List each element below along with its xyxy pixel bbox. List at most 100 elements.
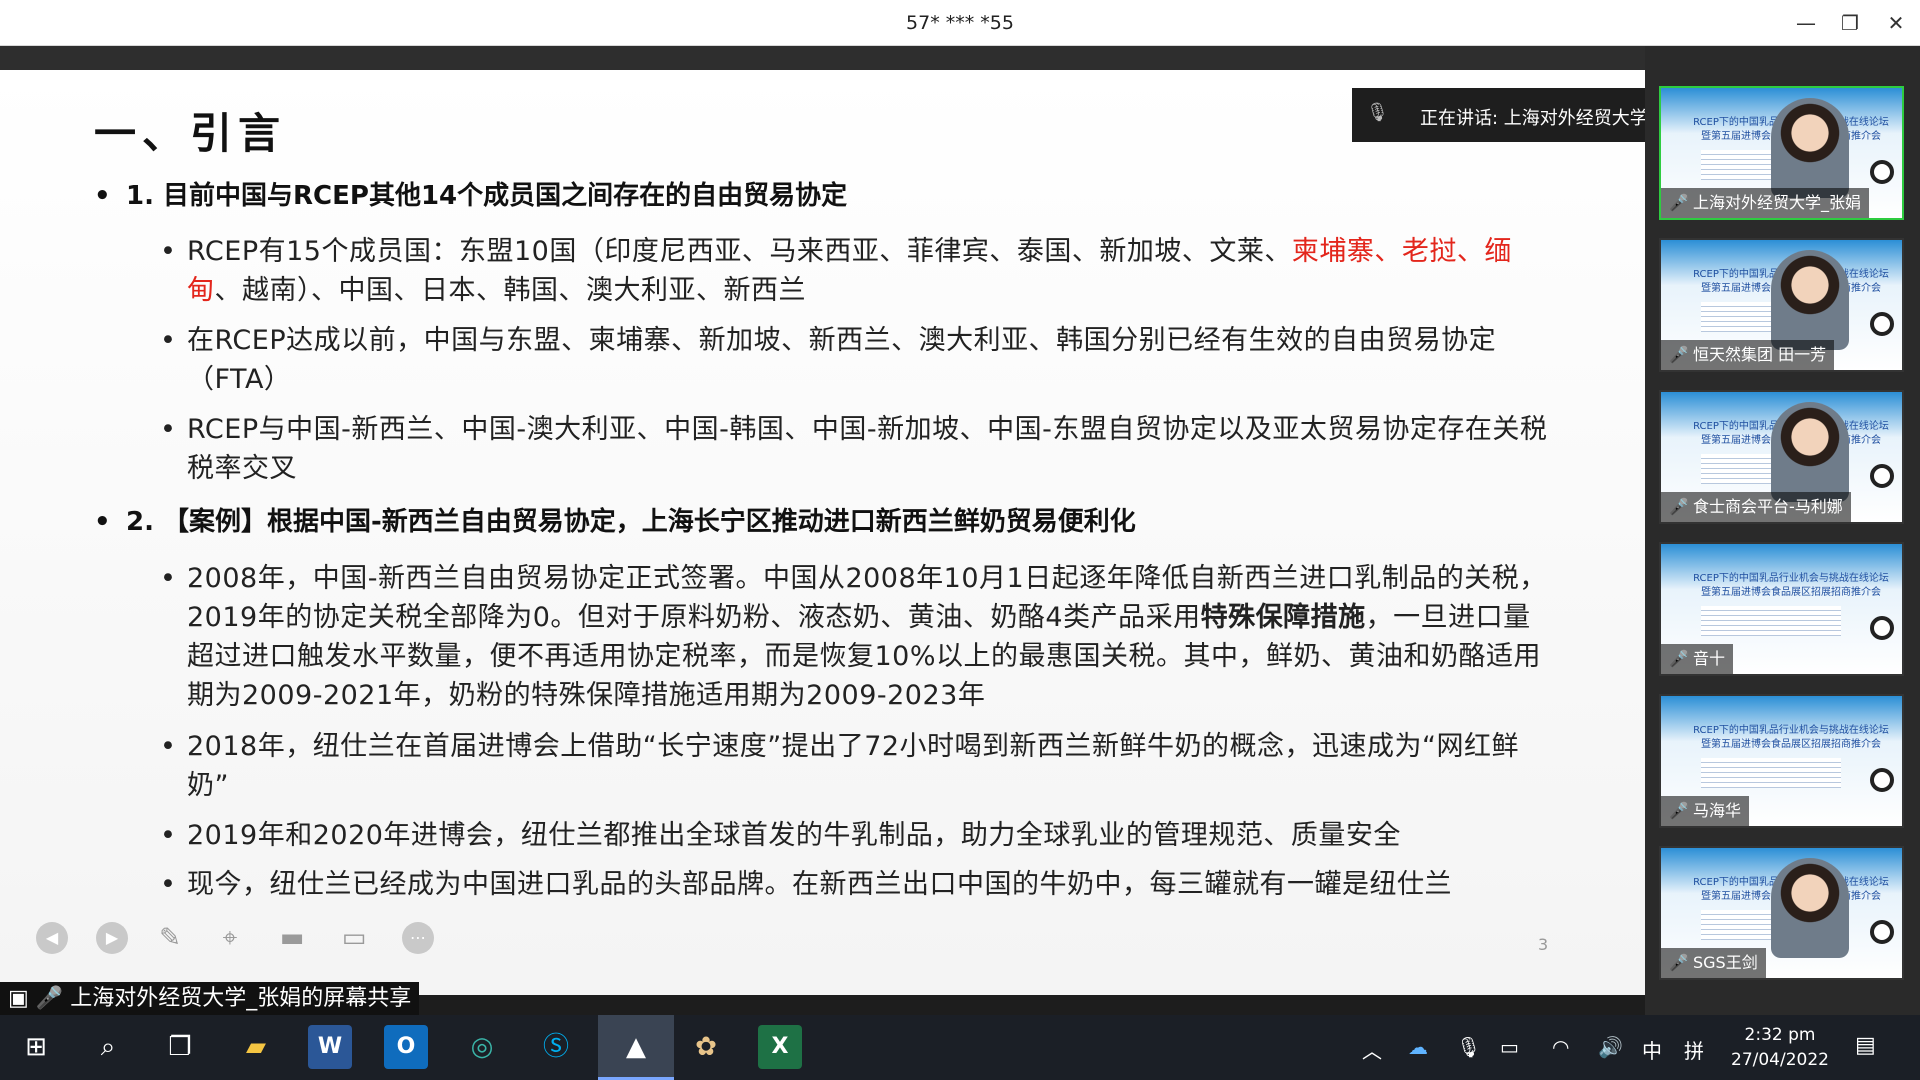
mic-on-icon: 🎤 (1669, 801, 1689, 820)
panda-icon (1870, 312, 1894, 336)
bullet-text: 2018年，纽仕兰在首届进博会上借助“长宁速度”提出了72小时喝到新西兰新鲜牛奶… (187, 731, 1520, 801)
ime-mode[interactable]: 中 (1642, 1035, 1662, 1064)
screen-share-text: 上海对外经贸大学_张娟的屏幕共享 (70, 986, 412, 1011)
next-slide-icon[interactable]: ▶ (96, 922, 128, 954)
video-icon[interactable]: ▬ (276, 922, 308, 954)
tile-slide-lines (1701, 606, 1841, 636)
notification-icon[interactable]: ▤ (1855, 1033, 1876, 1058)
bullet-icon: • (160, 325, 177, 356)
word-icon[interactable]: W (308, 1025, 352, 1069)
meeting-icon[interactable]: ▲ (598, 1015, 674, 1080)
panda-icon (1870, 920, 1894, 944)
avatar (1771, 250, 1849, 350)
tile-slide-title: RCEP下的中国乳品行业机会与挑战在线论坛 暨第五届进博会食品展区招展招商推介会 (1693, 573, 1889, 598)
close-button[interactable]: ✕ (1876, 8, 1916, 38)
mic-muted-icon: 🎤 (1669, 497, 1689, 516)
shared-slide: 一、引言 • 1. 目前中国与RCEP其他14个成员国之间存在的自由贸易协定 •… (0, 70, 1645, 995)
clock[interactable]: 2:32 pm 27/04/2022 (1720, 1023, 1840, 1073)
screen-share-label: ▣ 🎤 上海对外经贸大学_张娟的屏幕共享 (0, 982, 420, 1015)
avatar (1771, 402, 1849, 502)
bullet-icon: • (160, 236, 177, 267)
participant-name: SGS王剑 (1693, 953, 1758, 972)
bullet-text: 在RCEP达成以前，中国与东盟、柬埔寨、新加坡、新西兰、澳大利亚、韩国分别已经有… (187, 325, 1497, 395)
search-icon[interactable]: ⌕ (86, 1025, 130, 1069)
window-titlebar: 57* *** *55 — ❐ ✕ (0, 0, 1920, 46)
participant-tile[interactable]: RCEP下的中国乳品行业机会与挑战在线论坛 暨第五届进博会食品展区招展招商推介会… (1659, 86, 1904, 220)
participant-name: 恒天然集团 田一芳 (1693, 345, 1827, 364)
bullet-icon: • (160, 563, 177, 594)
bullet-2018: • 2018年，纽仕兰在首届进博会上借助“长宁速度”提出了72小时喝到新西兰新鲜… (160, 727, 1550, 805)
panda-icon (1870, 160, 1894, 184)
panel-bottom-strip (1645, 996, 1920, 1015)
zoom-icon[interactable]: ⌖ (214, 922, 246, 954)
avatar (1771, 858, 1849, 958)
mic-muted-icon: 🎤 (1669, 345, 1689, 364)
bullet-text: 2019年和2020年进博会，纽仕兰都推出全球首发的牛乳制品，助力全球乳业的管理… (187, 820, 1401, 851)
battery-icon[interactable]: ▭ (1500, 1035, 1519, 1059)
paint-icon[interactable]: ✿ (684, 1025, 728, 1069)
start-icon[interactable]: ⊞ (14, 1025, 58, 1069)
bullet-icon: • (160, 731, 177, 762)
chevron-up-icon[interactable]: ︿ (1362, 1035, 1382, 1064)
minimize-button[interactable]: — (1786, 8, 1826, 38)
participant-name: 马海华 (1693, 801, 1742, 820)
participant-tile[interactable]: RCEP下的中国乳品行业机会与挑战在线论坛 暨第五届进博会食品展区招展招商推介会… (1659, 238, 1904, 372)
onedrive-icon[interactable]: ☁ (1408, 1035, 1428, 1059)
wifi-icon[interactable]: ◠ (1552, 1035, 1569, 1059)
bullet-text: RCEP有15个成员国：东盟10国（印度尼西亚、马来西亚、菲律宾、泰国、新加坡、… (187, 236, 1292, 267)
speaking-text: 正在讲话: 上海对外经贸大学_... (1420, 108, 1674, 129)
bullet-text: 现今，纽仕兰已经成为中国进口乳品的头部品牌。在新西兰出口中国的牛奶中，每三罐就有… (187, 869, 1452, 900)
participant-name: 食士商会平台-马利娜 (1693, 497, 1843, 516)
panda-icon (1870, 768, 1894, 792)
microphone-icon[interactable]: 🎙 (1456, 1035, 1481, 1059)
section-1-title: 1. 目前中国与RCEP其他14个成员国之间存在的自由贸易协定 (126, 181, 848, 211)
edge-icon[interactable]: ◎ (460, 1025, 504, 1069)
participant-panel: RCEP下的中国乳品行业机会与挑战在线论坛 暨第五届进博会食品展区招展招商推介会… (1645, 46, 1920, 996)
participant-tile[interactable]: RCEP下的中国乳品行业机会与挑战在线论坛 暨第五届进博会食品展区招展招商推介会… (1659, 694, 1904, 828)
clock-date: 27/04/2022 (1731, 1050, 1829, 1070)
ime-pinyin[interactable]: 拼 (1684, 1035, 1704, 1064)
bullet-text: 、越南）、中国、日本、韩国、澳大利亚、新西兰 (214, 275, 806, 306)
bullet-2019-2020: • 2019年和2020年进博会，纽仕兰都推出全球首发的牛乳制品，助力全球乳业的… (160, 816, 1550, 855)
slide-heading: 一、引言 (94, 109, 287, 158)
mic-muted-icon: 🎤 (1669, 953, 1689, 972)
bullet-icon: • (160, 869, 177, 900)
slide-page-number: 3 (1538, 935, 1549, 954)
panda-icon (1870, 616, 1894, 640)
bullet-icon: • (94, 181, 111, 211)
pen-icon[interactable]: ✎ (154, 922, 186, 954)
participant-tile[interactable]: RCEP下的中国乳品行业机会与挑战在线论坛 暨第五届进博会食品展区招展招商推介会… (1659, 390, 1904, 524)
participant-name: 音十 (1693, 649, 1726, 668)
bullet-icon: • (94, 507, 111, 537)
bullet-icon: • (160, 414, 177, 445)
participant-tile[interactable]: RCEP下的中国乳品行业机会与挑战在线论坛 暨第五届进博会食品展区招展招商推介会… (1659, 542, 1904, 676)
skype-icon[interactable]: Ⓢ (534, 1025, 578, 1069)
tile-slide-lines (1701, 758, 1841, 788)
share-top-strip (0, 46, 1645, 70)
section-2-title: 2. 【案例】根据中国-新西兰自由贸易协定，上海长宁区推动进口新西兰鲜奶贸易便利… (126, 507, 1136, 537)
participant-tile[interactable]: RCEP下的中国乳品行业机会与挑战在线论坛 暨第五届进博会食品展区招展招商推介会… (1659, 846, 1904, 980)
bullet-today: • 现今，纽仕兰已经成为中国进口乳品的头部品牌。在新西兰出口中国的牛奶中，每三罐… (160, 865, 1550, 904)
panda-icon (1870, 464, 1894, 488)
tile-slide-title: RCEP下的中国乳品行业机会与挑战在线论坛 暨第五届进博会食品展区招展招商推介会 (1693, 725, 1889, 750)
excel-icon[interactable]: X (758, 1025, 802, 1069)
bullet-text: RCEP与中国-新西兰、中国-澳大利亚、中国-韩国、中国-新加坡、中国-东盟自贸… (187, 414, 1548, 484)
clock-time: 2:32 pm (1744, 1025, 1816, 1045)
windows-taskbar: ⊞ ⌕ ❐ ▰ W O ◎ Ⓢ ▲ ✿ X ︿ ☁ 🎙 ▭ ◠ 🔊 中 拼 2:… (0, 1015, 1920, 1080)
bullet-members: • RCEP有15个成员国：东盟10国（印度尼西亚、马来西亚、菲律宾、泰国、新加… (160, 232, 1550, 310)
more-icon[interactable]: ⋯ (402, 922, 434, 954)
volume-icon[interactable]: 🔊 (1598, 1035, 1623, 1059)
task-view-icon[interactable]: ❐ (158, 1025, 202, 1069)
window-title: 57* *** *55 (906, 12, 1014, 34)
file-explorer-icon[interactable]: ▰ (234, 1025, 278, 1069)
bullet-2008: • 2008年，中国-新西兰自由贸易协定正式签署。中国从2008年10月1日起逐… (160, 559, 1550, 715)
subtitle-icon[interactable]: ▭ (338, 922, 370, 954)
screen-share-icon: ▣ (8, 986, 29, 1011)
prev-slide-icon[interactable]: ◀ (36, 922, 68, 954)
restore-button[interactable]: ❐ (1830, 8, 1870, 38)
mic-on-icon: 🎤 (35, 986, 64, 1011)
bullet-bold: 特殊保障措施 (1200, 602, 1366, 633)
bullet-icon: • (160, 820, 177, 851)
bullet-existing-fta: • 在RCEP达成以前，中国与东盟、柬埔寨、新加坡、新西兰、澳大利亚、韩国分别已… (160, 321, 1550, 399)
outlook-icon[interactable]: O (384, 1025, 428, 1069)
